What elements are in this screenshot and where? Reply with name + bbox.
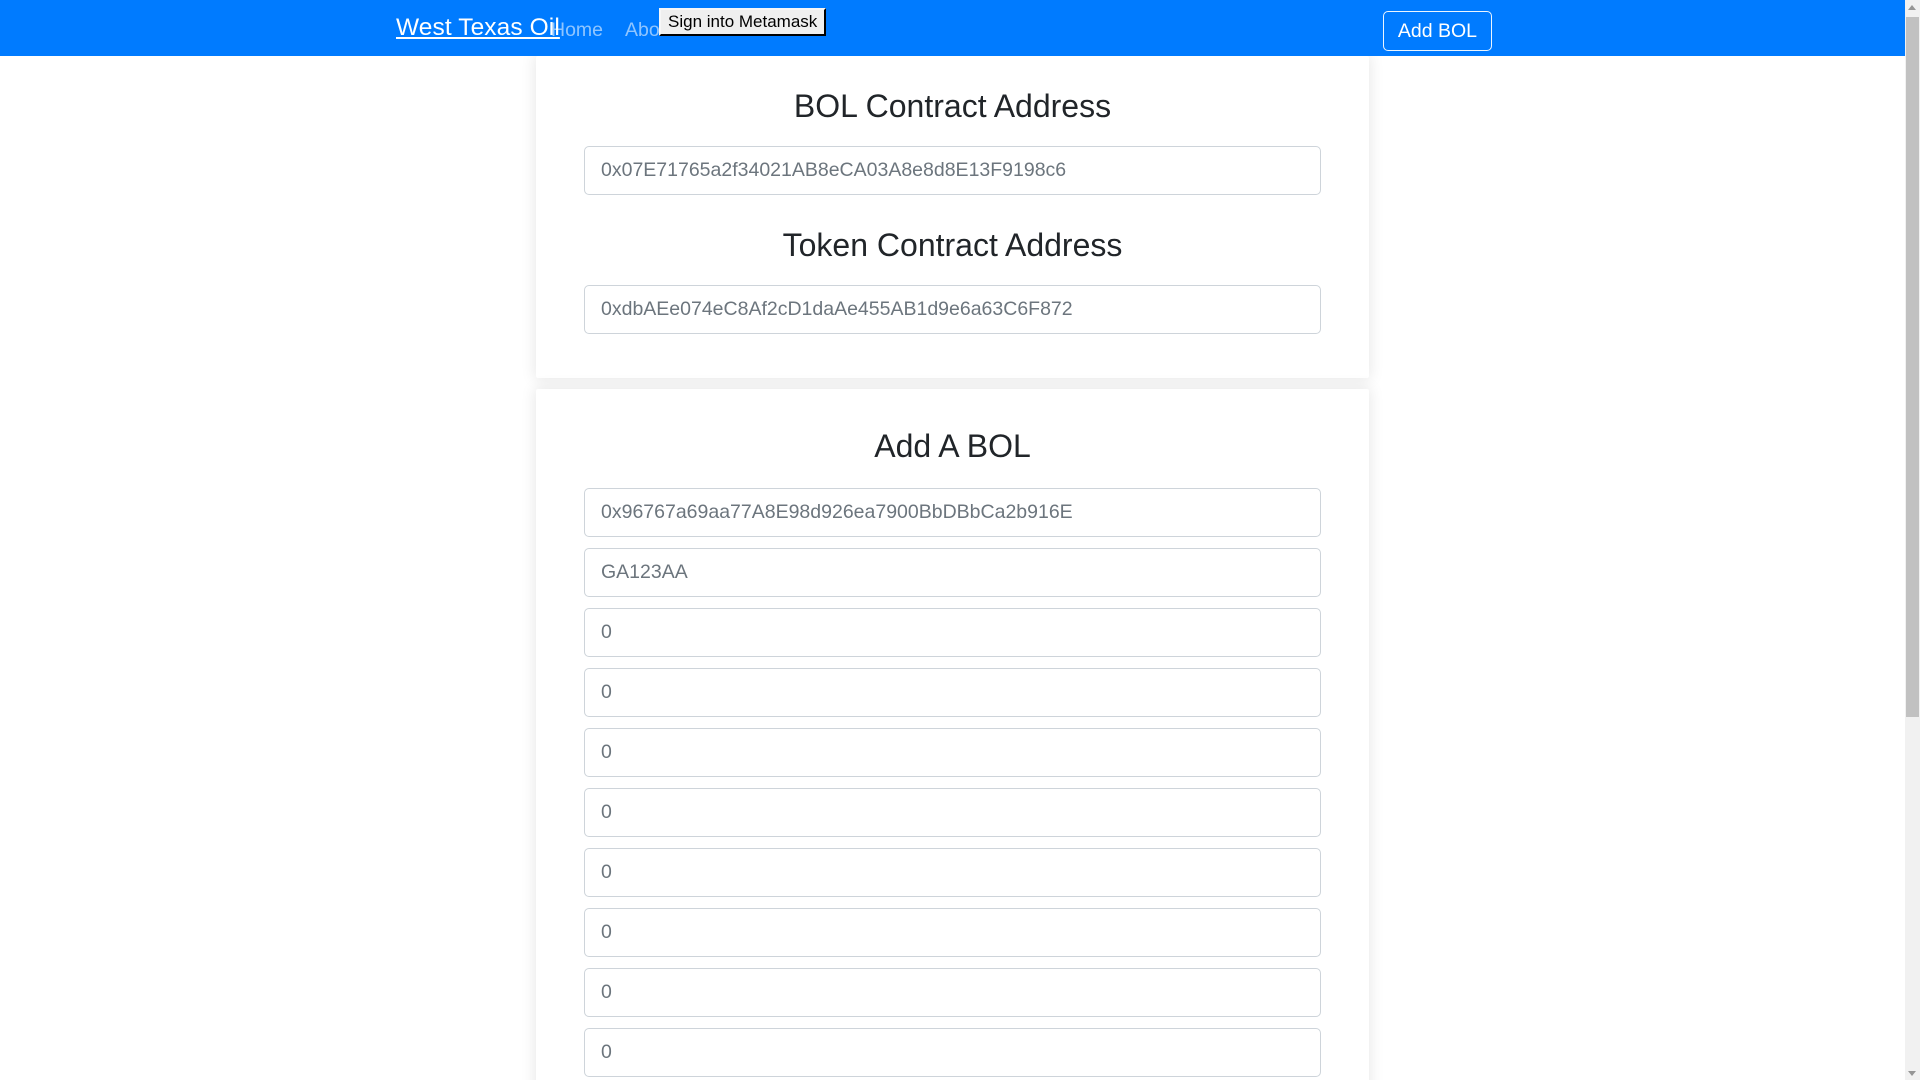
bol-numeric-input-2[interactable]	[584, 668, 1321, 717]
brand-west-texas-oil[interactable]: West Texas Oil	[396, 13, 560, 43]
page-root: West Texas Oil Home About Sign into Meta…	[0, 0, 1920, 1080]
token-contract-address-heading: Token Contract Address	[782, 227, 1123, 263]
scrollbar-up-arrow-icon[interactable]	[1905, 0, 1920, 14]
page-scrollbar[interactable]	[1905, 0, 1920, 1080]
nav-link-home[interactable]: Home	[551, 18, 615, 42]
bol-contract-address-input[interactable]	[584, 146, 1321, 195]
add-bol-form	[584, 488, 1321, 1077]
browser-viewport: West Texas Oil Home About Sign into Meta…	[0, 0, 1905, 1080]
bol-numeric-input-5[interactable]	[584, 848, 1321, 897]
bol-owner-address-input[interactable]	[584, 488, 1321, 537]
scrollbar-thumb[interactable]	[1906, 17, 1919, 717]
add-bol-button[interactable]: Add BOL	[1382, 11, 1492, 51]
sign-into-metamask-button[interactable]: Sign into Metamask	[659, 8, 827, 36]
bol-identifier-input[interactable]	[584, 548, 1321, 597]
triangle-up-icon	[1908, 5, 1916, 10]
contract-address-card: BOL Contract Address Token Contract Addr…	[536, 56, 1369, 378]
bol-numeric-input-7[interactable]	[584, 968, 1321, 1017]
bol-numeric-input-4[interactable]	[584, 788, 1321, 837]
navbar-inner: West Texas Oil Home About Sign into Meta…	[0, 0, 1905, 56]
add-a-bol-heading: Add A BOL	[874, 428, 1031, 464]
bol-numeric-input-3[interactable]	[584, 728, 1321, 777]
bol-numeric-input-1[interactable]	[584, 608, 1321, 657]
bol-contract-address-heading: BOL Contract Address	[793, 88, 1112, 124]
page-content: BOL Contract Address Token Contract Addr…	[0, 56, 1905, 1080]
triangle-down-icon	[1908, 1071, 1916, 1076]
add-bol-card: Add A BOL	[536, 389, 1369, 1080]
bol-numeric-input-6[interactable]	[584, 908, 1321, 957]
scrollbar-down-arrow-icon[interactable]	[1905, 1066, 1920, 1080]
top-navbar: West Texas Oil Home About Sign into Meta…	[0, 0, 1905, 56]
bol-numeric-input-8[interactable]	[584, 1028, 1321, 1077]
token-contract-address-input[interactable]	[584, 285, 1321, 334]
